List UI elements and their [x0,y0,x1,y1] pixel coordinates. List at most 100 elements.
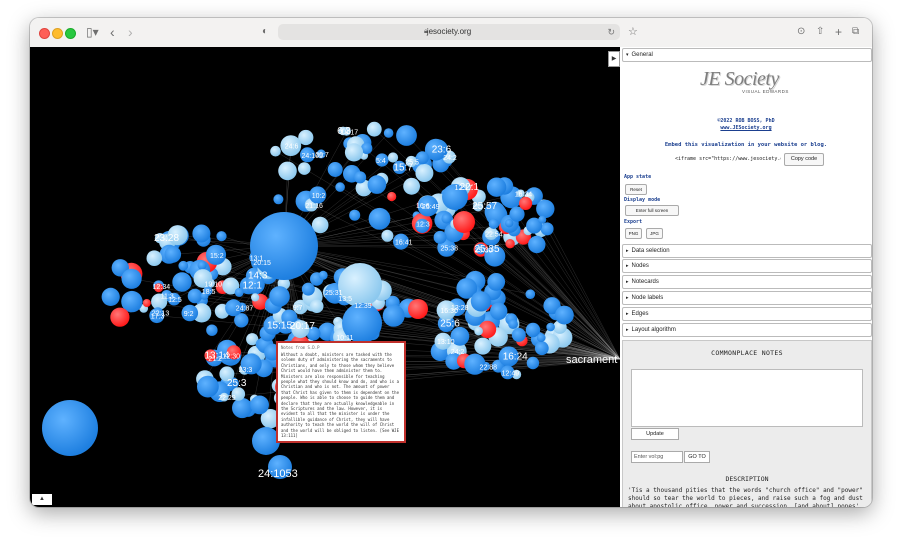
star-icon[interactable]: ☆ [628,24,638,40]
export-jpg-button[interactable]: JPG [646,228,663,239]
embed-code[interactable]: <iframe src="https://www.jesociety.org/ [675,154,781,165]
graph-node[interactable] [536,199,555,219]
minimize-window-button[interactable] [52,28,63,39]
graph-node[interactable] [42,400,98,456]
section-node-labels[interactable]: ▸ Node labels [622,291,872,305]
update-button[interactable]: Update [631,428,679,440]
graph-node[interactable] [142,299,151,307]
graph-node[interactable] [270,145,281,157]
graph-node[interactable] [453,211,475,233]
graph-node[interactable] [178,260,189,271]
graph-node[interactable] [318,270,328,280]
reload-icon[interactable]: ↻ [607,25,615,39]
graph-node[interactable] [298,162,311,175]
enter-full-screen-button[interactable]: Enter full screen [625,205,679,216]
graph-node[interactable] [408,299,428,319]
graph-node[interactable] [470,291,492,312]
graph-node[interactable] [197,261,207,270]
graph-node[interactable] [490,302,508,320]
graph-node[interactable] [505,219,514,228]
graph-node[interactable] [534,341,549,356]
chevron-right-icon[interactable]: › [128,24,133,40]
graph-node[interactable] [474,326,483,336]
graph-node[interactable] [505,239,515,249]
address-bar[interactable]: 🔒︎ jesociety.org ↻ [278,24,620,40]
graph-node[interactable] [519,196,533,210]
chevron-left-icon[interactable]: ‹ [110,24,115,40]
graph-node[interactable] [309,299,324,313]
graph-node[interactable] [192,224,211,243]
graph-node[interactable] [382,304,405,327]
graph-node[interactable] [511,327,526,342]
graph-node[interactable] [486,177,507,197]
graph-node[interactable] [387,152,399,163]
graph-node[interactable] [546,322,555,332]
graph-node[interactable] [368,207,391,230]
vol-page-input[interactable]: Enter vol:pg [631,451,683,463]
graph-node[interactable] [121,268,142,289]
graph-node[interactable] [206,324,218,336]
section-notecards[interactable]: ▸ Notecards [622,275,872,289]
graph-node[interactable] [381,229,394,242]
graph-node[interactable] [251,293,260,302]
graph-node[interactable] [540,222,554,236]
shield-icon[interactable]: ◐ [262,24,268,40]
graph-node[interactable] [110,307,130,327]
graph-node[interactable] [387,191,397,202]
copy-code-button[interactable]: Copy code [784,153,824,166]
graph-node[interactable] [269,286,290,307]
graph-node[interactable] [216,231,227,242]
sidebar-icon[interactable]: ▯▾ [86,24,99,40]
graph-node[interactable] [383,128,394,138]
graph-node[interactable] [164,246,182,263]
section-nodes[interactable]: ▸ Nodes [622,259,872,273]
expand-controls-button[interactable]: ▲ [32,494,52,505]
graph-node[interactable] [278,161,297,181]
graph-node[interactable] [146,250,163,266]
graph-node[interactable] [187,288,203,304]
graph-node[interactable] [273,194,284,205]
section-layout-algorithm[interactable]: ▸ Layout algorithm [622,323,872,337]
graph-node[interactable] [396,125,417,146]
graph-node[interactable] [403,177,420,195]
graph-node[interactable] [488,218,499,229]
plus-icon[interactable]: + [835,24,842,40]
graph-node[interactable] [301,282,315,296]
panel-toggle-button[interactable]: ▶ [608,51,620,67]
graph-node[interactable] [344,143,364,162]
graph-node[interactable] [441,213,452,224]
section-general[interactable]: ▾ General [622,48,872,62]
go-to-button[interactable]: GO TO [684,451,710,463]
site-link[interactable]: www.JESociety.org [620,125,872,131]
export-png-button[interactable]: PNG [625,228,642,239]
section-edges[interactable]: ▸ Edges [622,307,872,321]
tabs-icon[interactable]: ⧉ [852,24,859,40]
graph-node[interactable] [474,337,492,355]
graph-node[interactable] [415,164,434,182]
close-window-button[interactable] [39,28,50,39]
maximize-window-button[interactable] [65,28,76,39]
graph-node[interactable] [354,171,367,184]
graph-node[interactable] [349,209,361,221]
graph-node[interactable] [197,375,219,398]
notecard-popup[interactable]: Notes from S.D.P Without a doubt, minist… [276,341,406,443]
section-data-selection[interactable]: ▸ Data selection [622,244,872,258]
graph-node[interactable] [433,230,447,244]
graph-node[interactable] [528,235,546,254]
graph-node[interactable] [536,333,546,343]
graph-node[interactable] [538,215,547,224]
graph-node[interactable] [508,319,518,329]
download-icon[interactable]: ⊙ [797,24,805,40]
notes-textarea[interactable] [631,369,863,427]
network-visualization[interactable]: 22:1 24:2 21:16 16:6 15:7 12:3 24:6 20:7 12:1 11:… [30,47,620,507]
share-icon[interactable]: ⇧ [816,24,824,40]
graph-node[interactable] [555,305,574,325]
graph-node[interactable] [250,395,269,415]
graph-node[interactable] [487,273,506,291]
graph-node[interactable] [367,175,387,194]
graph-node[interactable] [525,289,536,299]
reset-button[interactable]: Reset [625,184,647,195]
graph-node[interactable] [101,287,120,306]
graph-node[interactable] [366,121,382,137]
graph-node[interactable] [172,272,192,292]
